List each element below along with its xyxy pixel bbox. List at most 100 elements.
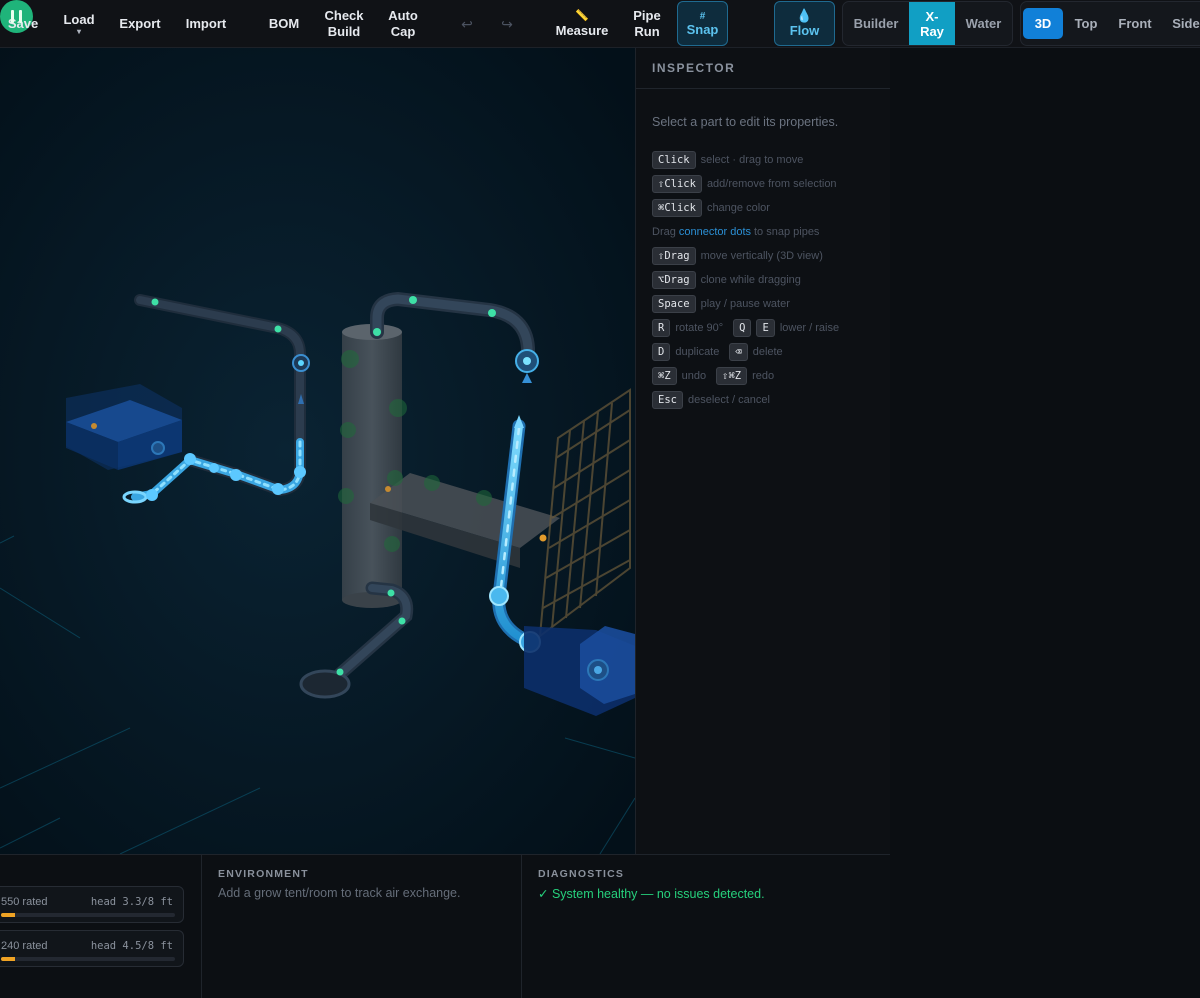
snap-toggle[interactable]: # Snap — [677, 1, 728, 46]
key-redo: ⇧⌘Z — [716, 367, 748, 385]
pump-rated: 550 rated — [1, 896, 48, 908]
shortcut-drag-connectors: Drag connector dots to snap pipes — [652, 220, 887, 244]
load-button[interactable]: Load ▾ — [58, 0, 100, 48]
view-side-label: Side — [1172, 16, 1200, 31]
mode-builder-label: Builder — [853, 16, 899, 31]
shortcut-desc: duplicate — [675, 346, 720, 358]
key-alt-drag: ⌥Drag — [652, 271, 696, 289]
check-build-label-line2: Build — [327, 24, 361, 39]
shortcut-shift-drag: ⇧Drag move vertically (3D view) — [652, 244, 887, 268]
shortcut-desc: select · drag to move — [700, 154, 804, 166]
empty-side-area — [890, 48, 1200, 998]
pump-card[interactable]: 240 rated head 4.5/8 ft — [0, 930, 184, 967]
key-shift-drag: ⇧Drag — [652, 247, 696, 265]
shortcut-shift-click: ⇧Click add/remove from selection — [652, 172, 887, 196]
view-top-label: Top — [1074, 16, 1098, 31]
check-build-button[interactable]: Check Build — [318, 0, 370, 48]
key-r: R — [652, 319, 671, 337]
3d-viewport[interactable] — [0, 48, 635, 854]
key-cmd-click: ⌘Click — [652, 199, 702, 217]
chevron-down-icon: ▾ — [76, 27, 81, 36]
mode-builder[interactable]: Builder — [843, 2, 909, 45]
view-top[interactable]: Top — [1065, 8, 1107, 39]
mode-xray-label-line2: Ray — [920, 23, 944, 39]
save-button[interactable]: Save — [0, 0, 46, 48]
view-side[interactable]: Side — [1163, 8, 1200, 39]
pump-head-bar — [1, 957, 175, 961]
toolbar: Save Load ▾ Export Import BOM Check Buil… — [0, 0, 1200, 48]
key-undo: ⌘Z — [652, 367, 677, 385]
shortcut-desc: to snap pipes — [754, 226, 820, 238]
import-label: Import — [185, 16, 227, 31]
undo-button[interactable]: ↩ — [455, 0, 479, 48]
environment-text: Add a grow tent/room to track air exchan… — [218, 886, 461, 900]
shortcut-desc: deselect / cancel — [687, 394, 770, 406]
auto-cap-label-line2: Cap — [390, 24, 416, 39]
pump-rated: 240 rated — [1, 940, 48, 952]
inspector-title: INSPECTOR — [652, 61, 736, 75]
snap-label: Snap — [686, 21, 719, 37]
import-button[interactable]: Import — [180, 0, 232, 48]
shortcut-desc: play / pause water — [700, 298, 790, 310]
pipe-builder-app: Save Load ▾ Export Import BOM Check Buil… — [0, 0, 1200, 998]
view-3d[interactable]: 3D — [1023, 8, 1063, 39]
key-click: Click — [652, 151, 696, 169]
shortcut-alt-drag: ⌥Drag clone while dragging — [652, 268, 887, 292]
shortcut-desc: add/remove from selection — [706, 178, 837, 190]
key-backspace: ⌫ — [729, 343, 748, 361]
bom-label: BOM — [268, 16, 300, 31]
export-label: Export — [119, 16, 161, 31]
redo-button[interactable]: ↪ — [495, 0, 519, 48]
panel-divider — [521, 855, 522, 998]
shortcut-desc: change color — [706, 202, 770, 214]
pump-head: head 3.3/8 ft — [90, 896, 173, 908]
mode-water[interactable]: Water — [955, 2, 1012, 45]
connector-dots-link[interactable]: connector dots — [679, 226, 751, 238]
export-button[interactable]: Export — [114, 0, 166, 48]
shortcut-desc: undo — [681, 370, 707, 382]
shortcut-desc: redo — [752, 370, 775, 382]
ruler-icon: 📏 — [575, 9, 589, 22]
status-panel: 550 rated head 3.3/8 ft 240 rated head 4… — [0, 854, 890, 998]
panel-divider — [201, 855, 202, 998]
shortcut-rotate-lower-raise: R rotate 90° Q E lower / raise — [652, 316, 887, 340]
redo-icon: ↪ — [501, 16, 513, 32]
diagnostics-title: DIAGNOSTICS — [538, 868, 625, 880]
auto-cap-button[interactable]: Auto Cap — [382, 0, 424, 48]
bom-button[interactable]: BOM — [263, 0, 305, 48]
shortcut-desc: delete — [752, 346, 783, 358]
view-front-label: Front — [1118, 16, 1152, 31]
pump-head: head 4.5/8 ft — [90, 940, 173, 952]
flow-label: Flow — [789, 23, 820, 38]
auto-cap-label-line1: Auto — [388, 8, 418, 23]
key-esc: Esc — [652, 391, 683, 409]
view-group: 3D Top Front Side — [1020, 1, 1200, 46]
key-d: D — [652, 343, 671, 361]
pipe-run-label-line2: Run — [634, 24, 660, 39]
key-shift-click: ⇧Click — [652, 175, 702, 193]
shortcut-desc: clone while dragging — [700, 274, 801, 286]
pump-head-bar — [1, 913, 175, 917]
shortcut-click: Click select · drag to move — [652, 148, 887, 172]
mode-water-label: Water — [965, 16, 1002, 31]
mode-xray[interactable]: X- Ray — [909, 2, 955, 45]
measure-button[interactable]: 📏 Measure — [553, 0, 611, 48]
key-q: Q — [733, 319, 752, 337]
mode-xray-label-line1: X- — [925, 8, 939, 24]
scene-canvas[interactable] — [0, 48, 635, 854]
shortcut-duplicate-delete: D duplicate ⌫ delete — [652, 340, 887, 364]
key-space: Space — [652, 295, 696, 313]
shortcut-list: Click select · drag to move ⇧Click add/r… — [652, 148, 887, 412]
pipe-run-button[interactable]: Pipe Run — [627, 0, 667, 48]
measure-label: Measure — [555, 22, 609, 38]
inspector-hint: Select a part to edit its properties. — [652, 115, 839, 129]
flow-toggle[interactable]: 💧 Flow — [774, 1, 835, 46]
shortcut-space: Space play / pause water — [652, 292, 887, 316]
view-front[interactable]: Front — [1109, 8, 1161, 39]
key-e: E — [756, 319, 775, 337]
shortcut-desc: move vertically (3D view) — [700, 250, 823, 262]
pump-card[interactable]: 550 rated head 3.3/8 ft — [0, 886, 184, 923]
pump-head-fill — [1, 957, 15, 961]
diagnostics-status: ✓ System healthy — no issues detected. — [538, 887, 765, 901]
pause-icon-bar-right — [19, 10, 22, 23]
